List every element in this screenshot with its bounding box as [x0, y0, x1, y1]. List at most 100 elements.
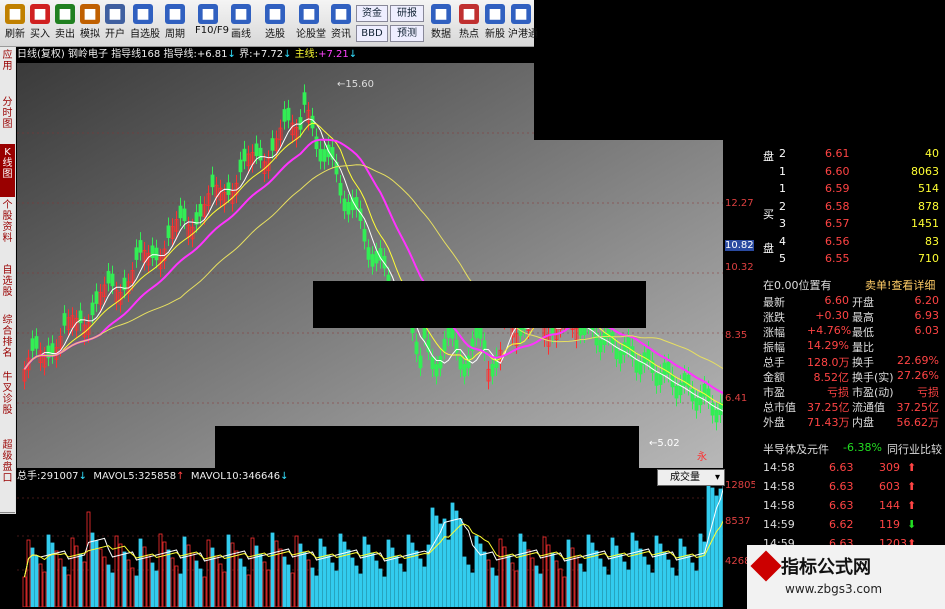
volume-bar: [430, 507, 435, 607]
side-tab[interactable]: 应用: [0, 47, 15, 95]
indicator-value: +6.81: [196, 49, 228, 60]
candle-body: [154, 247, 159, 261]
stat-value: 56.62万: [896, 416, 940, 429]
volume-bar: [458, 518, 463, 607]
side-tab[interactable]: 超级盘口: [0, 437, 15, 513]
order-price[interactable]: 6.58: [825, 200, 850, 213]
compare-link[interactable]: 同行业比较: [887, 441, 942, 457]
toolbar-button[interactable]: ■ 沪港通: [508, 2, 538, 44]
order-price[interactable]: 6.60: [825, 165, 850, 178]
redaction-box: [215, 426, 639, 474]
toolbar-button[interactable]: ■ 自选股: [130, 2, 160, 44]
candle-body: [438, 355, 443, 369]
toolbar-button[interactable]: ■ 画线: [228, 2, 254, 44]
stat-value: 6.93: [914, 309, 940, 322]
volume-bar: [602, 566, 607, 607]
side-tab[interactable]: K线图: [0, 144, 15, 199]
volume-bar: [450, 502, 455, 607]
toolbar-button[interactable]: ■ 卖出: [52, 2, 78, 44]
toolbar-button[interactable]: ■ 数据: [428, 2, 454, 44]
order-price[interactable]: 6.61: [825, 147, 850, 160]
volume-bar: [154, 570, 159, 607]
order-volume: 8063: [911, 164, 939, 178]
stat-label: 量比: [852, 341, 874, 354]
arrow-up-icon: ⬆: [907, 480, 917, 493]
volume-bar: [314, 575, 319, 607]
candle-body: [110, 273, 115, 287]
sector-name[interactable]: 半导体及元件: [763, 441, 829, 457]
volume-bar: [270, 532, 275, 607]
toolbar-button[interactable]: ■ 选股: [262, 2, 288, 44]
stat-value: 37.25亿: [807, 401, 850, 414]
candle-body: [434, 363, 439, 377]
volume-bar: [354, 565, 359, 607]
toolbar-button[interactable]: ■ 开户: [102, 2, 128, 44]
sell-icon: ■: [55, 4, 75, 24]
toolbar-button[interactable]: ■ F10/F9: [195, 2, 229, 44]
tick-volume: 144: [879, 499, 900, 512]
volume-bar: [606, 574, 611, 607]
volume-bar: [666, 559, 671, 607]
candle-body: [338, 182, 343, 196]
volume-bar: [182, 536, 187, 607]
volume-bar: [302, 551, 307, 607]
news-icon: ■: [331, 4, 351, 24]
toolbar-button[interactable]: ■ 刷新: [2, 2, 28, 44]
order-price[interactable]: 6.56: [825, 235, 850, 248]
research-button[interactable]: 研报: [390, 5, 424, 22]
toolbar-button[interactable]: ■ 热点: [456, 2, 482, 44]
toolbar-button[interactable]: ■ 周期: [162, 2, 188, 44]
candle-body: [198, 203, 203, 217]
candle-body: [166, 225, 171, 239]
bbd-button[interactable]: BBD: [356, 25, 388, 42]
order-price[interactable]: 6.59: [825, 182, 850, 195]
toolbar-button[interactable]: ■ 论股堂: [296, 2, 326, 44]
candle-body: [370, 254, 375, 267]
side-tab[interactable]: 综合排名: [0, 312, 15, 371]
detail-link[interactable]: 卖单!查看详细: [865, 277, 935, 293]
volume-bar: [166, 549, 171, 607]
chevron-down-icon: ▾: [714, 472, 720, 483]
forecast-button[interactable]: 预测: [390, 25, 424, 42]
order-price[interactable]: 6.55: [825, 252, 850, 265]
mavol10-label: MAVOL10:: [190, 471, 242, 482]
volume-bar: [62, 566, 67, 607]
order-price[interactable]: 6.57: [825, 217, 850, 230]
volume-bar: [226, 534, 231, 607]
toolbar-button[interactable]: ■ 模拟: [77, 2, 103, 44]
stat-label: 总手: [763, 356, 785, 369]
indicator-name[interactable]: 指导线168: [111, 49, 160, 60]
stat-label: 最低: [852, 326, 874, 339]
order-volume: 83: [925, 234, 939, 248]
volume-bar: [590, 542, 595, 607]
clock-icon: ■: [165, 4, 185, 24]
stat-label: 最高: [852, 311, 874, 324]
candle-body: [62, 313, 67, 326]
toolbar-button[interactable]: ■ 买入: [27, 2, 53, 44]
volume-bar: [642, 556, 647, 607]
volume-bar: [334, 570, 339, 607]
period-label[interactable]: 日线(复权): [17, 49, 65, 60]
stat-label: 换手(实): [852, 371, 894, 384]
toolbar-button[interactable]: ■ 新股: [482, 2, 508, 44]
arrow-down-icon: ⬇: [907, 518, 917, 531]
volume-bar: [386, 539, 391, 607]
volume-bar: [474, 535, 479, 607]
arrow-down-icon: ↓: [78, 471, 87, 482]
side-tab[interactable]: 分时图: [0, 94, 15, 146]
stat-value: 6.20: [914, 294, 940, 307]
volume-chart[interactable]: [17, 486, 723, 607]
candle-body: [638, 361, 643, 375]
volume-bar: [46, 534, 51, 607]
toolbar-button[interactable]: ■ 资讯: [328, 2, 354, 44]
volume-bar: [622, 561, 627, 607]
side-tab[interactable]: 个股资料: [0, 197, 15, 264]
side-tab[interactable]: 自选股: [0, 262, 15, 314]
candle-body: [634, 360, 639, 373]
stat-value: +4.76%: [807, 324, 852, 337]
dropdown-value: 成交量: [670, 472, 700, 483]
pe-icon: ■: [431, 4, 451, 24]
volume-type-dropdown[interactable]: 成交量 ▾: [657, 469, 725, 486]
fund-button[interactable]: 资金: [356, 5, 388, 22]
side-tab[interactable]: 牛叉诊股: [0, 369, 15, 439]
